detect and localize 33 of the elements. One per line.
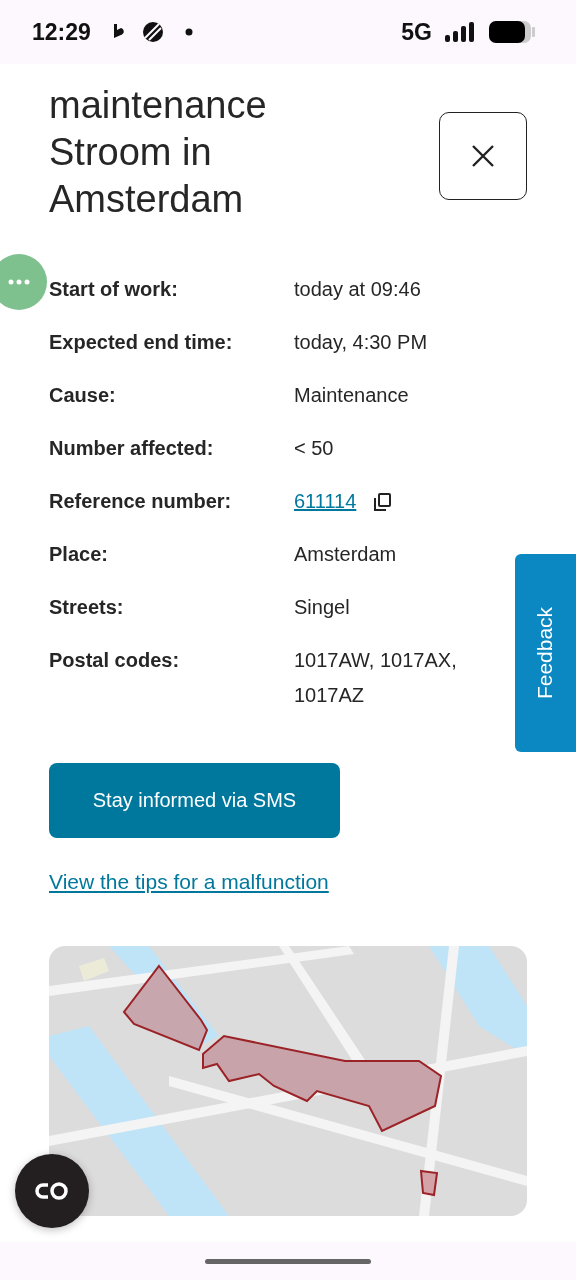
detail-label: Place: bbox=[49, 542, 109, 567]
slashed-circle-icon bbox=[140, 20, 165, 44]
home-handle[interactable] bbox=[205, 1258, 371, 1264]
page-title: maintenance Stroom in Amsterdam bbox=[49, 83, 268, 222]
link-button[interactable] bbox=[15, 1154, 89, 1228]
detail-value: < 50 bbox=[294, 436, 334, 461]
detail-label: Expected end time: bbox=[49, 330, 234, 355]
detail-label: Streets: bbox=[49, 595, 125, 620]
notification-dot-icon bbox=[184, 28, 193, 36]
detail-label: Number affected: bbox=[49, 436, 215, 461]
detail-value: Singel bbox=[294, 595, 350, 620]
sms-button[interactable]: Stay informed via SMS bbox=[49, 763, 340, 838]
copy-icon[interactable] bbox=[372, 492, 393, 512]
detail-value: 1017AW, 1017AX, 1017AZ bbox=[294, 648, 458, 708]
detail-value: Amsterdam bbox=[294, 542, 397, 567]
detail-label: Postal codes: bbox=[49, 648, 181, 673]
status-time: 12:29 bbox=[32, 18, 91, 46]
detail-label: Cause: bbox=[49, 383, 117, 408]
tips-link[interactable]: View the tips for a malfunction bbox=[49, 870, 329, 894]
more-icon bbox=[8, 279, 30, 285]
close-button[interactable] bbox=[439, 112, 527, 200]
link-icon bbox=[34, 1181, 70, 1201]
detail-value: Maintenance bbox=[294, 383, 409, 408]
battery-icon bbox=[488, 20, 536, 44]
signal-icon bbox=[444, 21, 476, 43]
detail-value: today at 09:46 bbox=[294, 277, 421, 302]
detail-value: today, 4:30 PM bbox=[294, 330, 428, 355]
detail-label: Start of work: bbox=[49, 277, 179, 302]
reference-link[interactable]: 611114 bbox=[294, 484, 357, 519]
network-type: 5G bbox=[401, 18, 432, 46]
close-icon bbox=[471, 144, 495, 168]
detail-label: Reference number: bbox=[49, 489, 233, 514]
feedback-tab[interactable]: Feedback bbox=[515, 554, 576, 752]
